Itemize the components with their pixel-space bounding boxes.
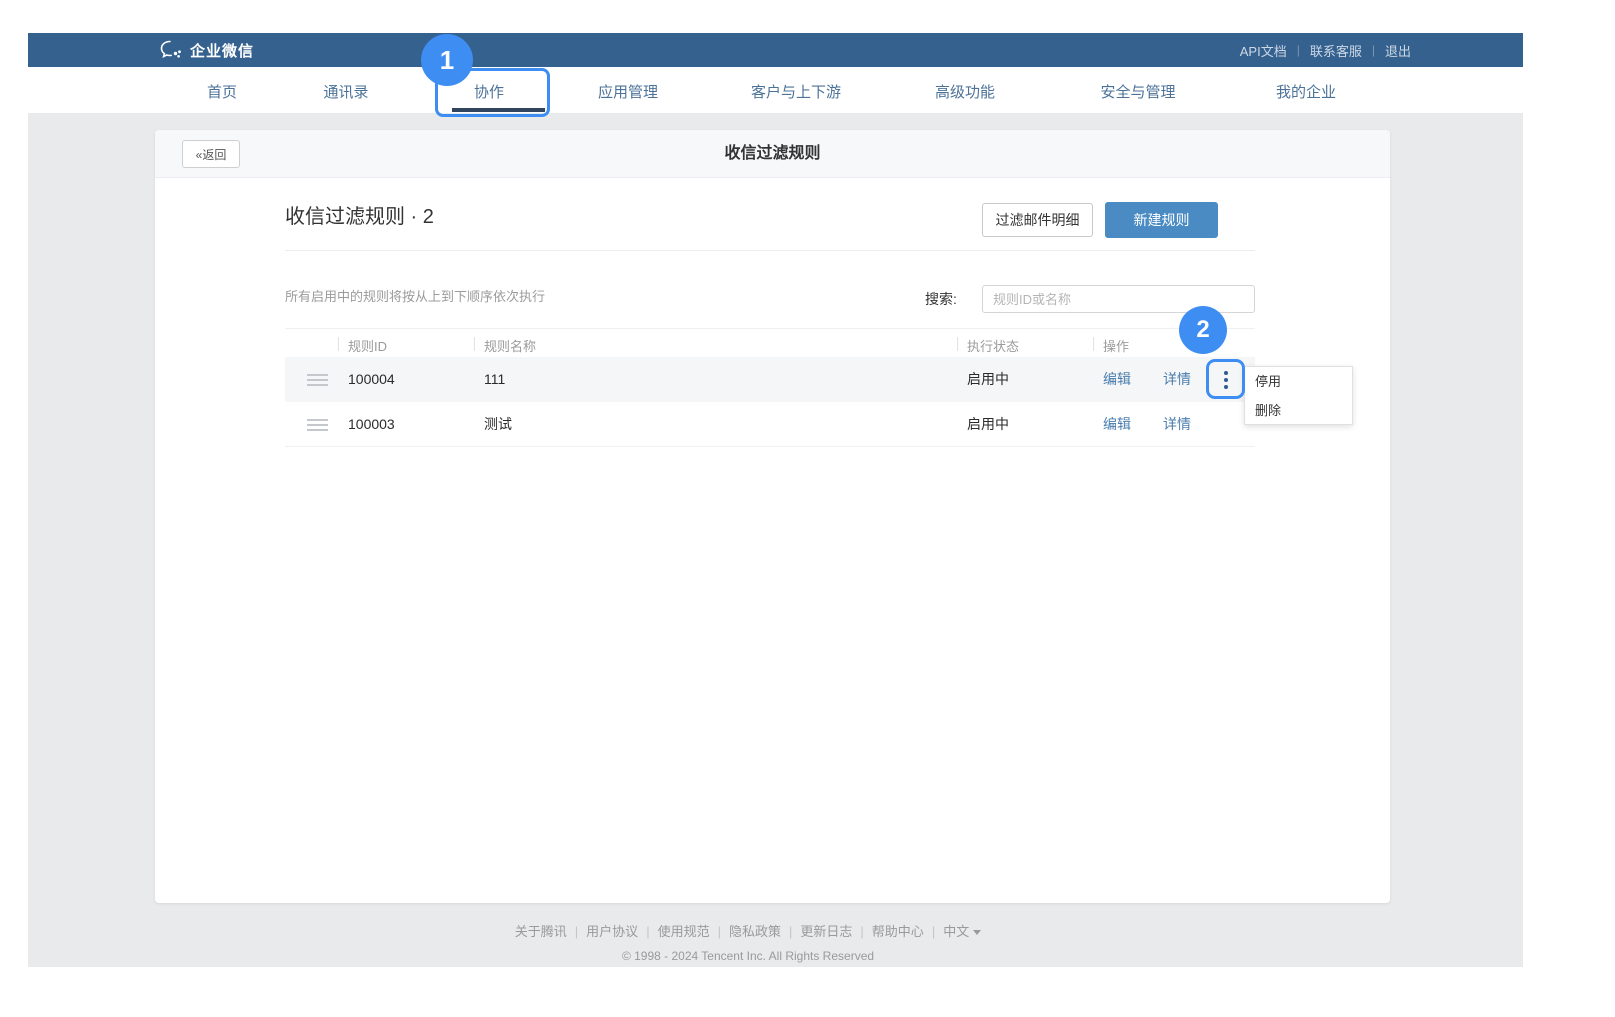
active-tab-underline [452,108,545,112]
nav-item-contacts[interactable]: 通讯录 [323,81,368,102]
detail-link[interactable]: 详情 [1163,402,1191,447]
footer: 关于腾讯 | 用户协议 | 使用规范 | 隐私政策 | 更新日志 | 帮助中心 | 中文 © 1998 … [28,921,1468,963]
filter-mail-detail-button[interactable]: 过滤邮件明细 [982,203,1093,237]
status-badge: 启用中 [967,357,1009,402]
col-header-rule-name: 规则名称 [484,336,536,355]
footer-link-privacy[interactable]: 隐私政策 [729,924,781,939]
rule-id: 100003 [348,402,395,447]
more-actions-button[interactable] [1207,361,1244,398]
nav-item-security[interactable]: 安全与管理 [1100,81,1175,102]
table-header: 规则ID 规则名称 执行状态 操作 [285,328,1255,357]
divider [285,250,1255,251]
search-label: 搜索: [925,285,957,313]
table-row: 100003 测试 启用中 编辑 详情 [285,402,1255,447]
language-selector[interactable]: 中文 [943,924,969,939]
separator: | [789,924,792,939]
footer-link-about[interactable]: 关于腾讯 [515,924,567,939]
drag-handle-icon[interactable] [307,419,328,431]
annotation-step-2-badge: 2 [1179,306,1227,354]
more-actions-menu: 停用 删除 [1244,366,1353,425]
nav-item-app-management[interactable]: 应用管理 [598,81,658,102]
rules-card: «返回 收信过滤规则 收信过滤规则 · 2 过滤邮件明细 新建规则 所有启用中的… [155,130,1390,903]
contact-support-link[interactable]: 联系客服 [1310,41,1362,60]
col-header-rule-id: 规则ID [348,336,387,355]
card-header: «返回 收信过滤规则 [155,130,1390,178]
footer-link-user-agreement[interactable]: 用户协议 [586,924,638,939]
column-separator [474,337,475,351]
rule-id: 100004 [348,357,395,402]
separator: | [575,924,578,939]
api-docs-link[interactable]: API文档 [1240,41,1287,60]
column-separator [957,337,958,351]
topbar: 企业微信 API文档 | 联系客服 | 退出 [28,33,1523,67]
footer-link-changelog[interactable]: 更新日志 [800,924,852,939]
rules-note: 所有启用中的规则将按从上到下顺序依次执行 [285,286,545,305]
separator: | [860,924,863,939]
footer-link-usage-rules[interactable]: 使用规范 [658,924,710,939]
page-title: 收信过滤规则 [155,130,1390,178]
rule-name: 测试 [484,402,512,447]
section-title: 收信过滤规则 · 2 [285,200,434,229]
wecom-logo-icon [160,40,183,60]
content-area: «返回 收信过滤规则 收信过滤规则 · 2 过滤邮件明细 新建规则 所有启用中的… [28,113,1523,967]
logout-link[interactable]: 退出 [1385,41,1411,60]
nav-item-home[interactable]: 首页 [207,81,237,102]
detail-link[interactable]: 详情 [1163,357,1191,402]
menu-item-delete[interactable]: 删除 [1245,396,1352,425]
new-rule-button[interactable]: 新建规则 [1105,202,1218,238]
column-separator [338,337,339,351]
nav-item-customers[interactable]: 客户与上下游 [751,81,841,102]
edit-link[interactable]: 编辑 [1103,402,1131,447]
separator: | [718,924,721,939]
brand-name: 企业微信 [190,40,254,61]
topbar-links: API文档 | 联系客服 | 退出 [1240,33,1411,67]
footer-link-help-center[interactable]: 帮助中心 [872,924,924,939]
page: 企业微信 API文档 | 联系客服 | 退出 首页 通讯录 协作 应用管理 客户… [0,0,1615,1017]
table-row: 100004 111 启用中 编辑 详情 [285,357,1255,402]
menu-item-disable[interactable]: 停用 [1245,367,1352,396]
footer-links: 关于腾讯 | 用户协议 | 使用规范 | 隐私政策 | 更新日志 | 帮助中心 | 中文 [28,921,1468,940]
copyright: © 1998 - 2024 Tencent Inc. All Rights Re… [28,949,1468,963]
rule-name: 111 [484,357,505,402]
more-dots-icon [1224,371,1228,375]
nav-item-advanced[interactable]: 高级功能 [935,81,995,102]
drag-handle-icon[interactable] [307,374,328,386]
column-separator [1093,337,1094,351]
nav-item-collaboration[interactable]: 协作 [474,81,504,102]
annotation-step-1-badge: 1 [421,34,473,86]
separator: | [1372,43,1375,57]
status-badge: 启用中 [967,402,1009,447]
brand: 企业微信 [160,33,254,67]
separator: | [932,924,935,939]
rules-table: 规则ID 规则名称 执行状态 操作 100004 111 启用中 编辑 详情 [285,328,1255,447]
col-header-actions: 操作 [1103,336,1129,355]
caret-down-icon [973,930,981,935]
separator: | [1297,43,1300,57]
edit-link[interactable]: 编辑 [1103,357,1131,402]
col-header-status: 执行状态 [967,336,1019,355]
nav-item-my-company[interactable]: 我的企业 [1276,81,1336,102]
separator: | [646,924,649,939]
main-nav: 首页 通讯录 协作 应用管理 客户与上下游 高级功能 安全与管理 我的企业 [28,67,1523,113]
